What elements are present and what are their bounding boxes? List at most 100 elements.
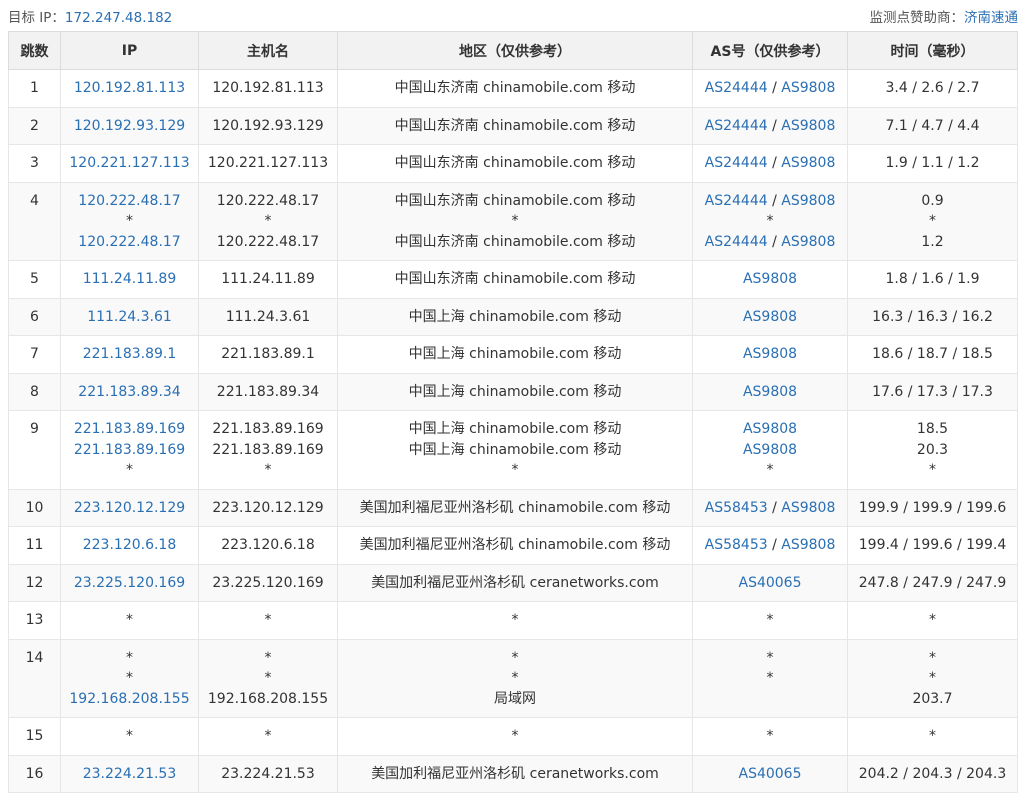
ip-link[interactable]: 23.224.21.53	[62, 764, 198, 785]
ip-link[interactable]: 192.168.208.155	[62, 689, 198, 710]
hop-number: 9	[30, 421, 39, 437]
as-link[interactable]: AS9808	[781, 234, 835, 250]
as-line: AS24444 / AS9808	[704, 192, 836, 209]
as-link[interactable]: AS58453	[705, 500, 768, 516]
as-link[interactable]: AS9808	[781, 537, 835, 553]
hostname-text: 221.183.89.34	[216, 383, 320, 400]
as-link[interactable]: AS40065	[739, 575, 802, 591]
as-link[interactable]: AS24444	[705, 80, 768, 96]
region-text: 中国上海 chinamobile.com 移动	[408, 383, 622, 400]
as-link[interactable]: AS9808	[781, 155, 835, 171]
ip-link[interactable]: 120.222.48.17	[62, 232, 198, 253]
as-link[interactable]: AS9808	[743, 309, 797, 325]
ip-link[interactable]: 223.120.12.129	[62, 498, 198, 519]
as-link[interactable]: AS9808	[743, 442, 797, 458]
hostname-text: 192.168.208.155	[207, 690, 329, 707]
as-link[interactable]: AS58453	[705, 537, 768, 553]
table-row: 1 120.192.81.113 120.192.81.113 中国山东济南 chin…	[8, 69, 1018, 108]
table-header-row: 跳数 IP 主机名 地区（仅供参考） AS号（仅供参考） 时间（毫秒）	[8, 31, 1018, 70]
sponsor-label: 监测点赞助商：	[869, 10, 965, 26]
hostname-cell: 120.221.127.113	[198, 144, 338, 183]
ip-placeholder: *	[126, 670, 133, 686]
ip-link[interactable]: 221.183.89.34	[62, 382, 198, 403]
as-link[interactable]: AS9808	[743, 271, 797, 287]
hop-cell: 3	[8, 144, 61, 183]
hop-number: 11	[25, 537, 44, 553]
as-line: *	[694, 211, 847, 232]
ip-cell: 221.183.89.169 221.183.89.169 *	[60, 410, 199, 490]
hop-cell: 2	[8, 106, 61, 145]
as-link[interactable]: AS24444	[705, 118, 768, 134]
ip-placeholder: *	[126, 728, 133, 744]
ip-link[interactable]: 223.120.6.18	[62, 535, 198, 556]
hop-number: 13	[25, 612, 44, 628]
hop-number: 4	[30, 192, 39, 209]
region-cell: 中国山东济南 chinamobile.com 移动	[337, 69, 693, 108]
ip-cell: 223.120.12.129	[60, 488, 199, 527]
table-row: 13 * * * * *	[8, 601, 1018, 640]
time-text: 199.4 / 199.6 / 199.4	[858, 537, 1007, 553]
region-cell: 美国加利福尼亚州洛杉矶 ceranetworks.com	[337, 754, 693, 793]
as-line: AS9808	[694, 307, 847, 328]
hop-cell: 14	[8, 638, 61, 718]
table-row: 11 223.120.6.18 223.120.6.18 美国加利福尼亚州洛杉矶 ch…	[8, 526, 1018, 565]
ip-link[interactable]: 111.24.3.61	[62, 307, 198, 328]
hostname-text: 111.24.3.61	[225, 308, 311, 325]
as-line: AS9808	[694, 419, 847, 440]
as-line: AS58453 / AS9808	[704, 537, 836, 553]
hostname-cell: *	[198, 717, 338, 756]
as-line: AS24444 / AS9808	[704, 155, 836, 171]
as-link[interactable]: AS9808	[781, 500, 835, 516]
table-row: 16 23.224.21.53 23.224.21.53 美国加利福尼亚州洛杉矶 ce…	[8, 754, 1018, 793]
region-cell: 中国上海 chinamobile.com 移动	[337, 335, 693, 374]
hop-cell: 11	[8, 526, 61, 565]
as-link[interactable]: AS40065	[739, 766, 802, 782]
as-link[interactable]: AS9808	[743, 346, 797, 362]
as-link[interactable]: AS9808	[781, 80, 835, 96]
hostname-cell: 120.222.48.17 * 120.222.48.17	[198, 181, 338, 261]
as-link[interactable]: AS24444	[705, 234, 768, 250]
hostname-text: 120.222.48.17	[216, 233, 320, 250]
time-text: 1.8 / 1.6 / 1.9	[885, 271, 980, 287]
time-text: *	[929, 462, 936, 478]
hop-number: 10	[25, 499, 44, 516]
sponsor-info: 监测点赞助商：济南速通	[870, 6, 1019, 26]
region-text: *	[511, 670, 519, 686]
ip-link[interactable]: 120.192.81.113	[62, 78, 198, 99]
hop-cell: 16	[8, 754, 61, 793]
table-row: 10 223.120.12.129 223.120.12.129 美国加利福尼亚州洛杉…	[8, 488, 1018, 527]
ip-link[interactable]: 120.221.127.113	[62, 153, 198, 174]
table-row: 9 221.183.89.169 221.183.89.169 * 221.183.89…	[8, 410, 1018, 490]
as-link[interactable]: AS24444	[705, 193, 768, 209]
region-text: 中国上海 chinamobile.com 移动	[408, 346, 622, 362]
column-header-hostname: 主机名	[198, 31, 338, 70]
ip-cell: 120.192.93.129	[60, 106, 199, 145]
as-link[interactable]: AS9808	[743, 384, 797, 400]
as-link[interactable]: AS9808	[781, 193, 835, 209]
region-text: 中国山东济南 chinamobile.com 移动	[394, 271, 636, 287]
hostname-cell: *	[198, 601, 338, 640]
as-link[interactable]: AS9808	[743, 421, 797, 437]
ip-link[interactable]: 23.225.120.169	[62, 573, 198, 594]
region-cell: 中国山东济南 chinamobile.com 移动	[337, 144, 693, 183]
ip-link[interactable]: 120.192.93.129	[62, 116, 198, 137]
hop-cell: 8	[8, 372, 61, 411]
ip-link[interactable]: 221.183.89.169	[62, 419, 198, 440]
time-text: 3.4 / 2.6 / 2.7	[885, 80, 980, 96]
hostname-text: *	[264, 670, 272, 686]
as-link[interactable]: AS24444	[705, 155, 768, 171]
column-header-as: AS号（仅供参考）	[692, 31, 848, 70]
ip-link[interactable]: 221.183.89.1	[62, 344, 198, 365]
region-cell: 中国山东济南 chinamobile.com 移动	[337, 260, 693, 299]
ip-cell: 120.221.127.113	[60, 144, 199, 183]
ip-link[interactable]: 120.222.48.17	[62, 191, 198, 212]
as-link[interactable]: AS9808	[781, 118, 835, 134]
ip-cell: *	[60, 717, 199, 756]
hostname-cell: 23.225.120.169	[198, 563, 338, 602]
sponsor-link[interactable]: 济南速通	[964, 10, 1018, 26]
region-cell: 美国加利福尼亚州洛杉矶 ceranetworks.com	[337, 563, 693, 602]
ip-cell: 120.222.48.17 * 120.222.48.17	[60, 181, 199, 261]
region-cell: 美国加利福尼亚州洛杉矶 chinamobile.com 移动	[337, 488, 693, 527]
ip-link[interactable]: 111.24.11.89	[62, 269, 198, 290]
ip-link[interactable]: 221.183.89.169	[62, 440, 198, 461]
